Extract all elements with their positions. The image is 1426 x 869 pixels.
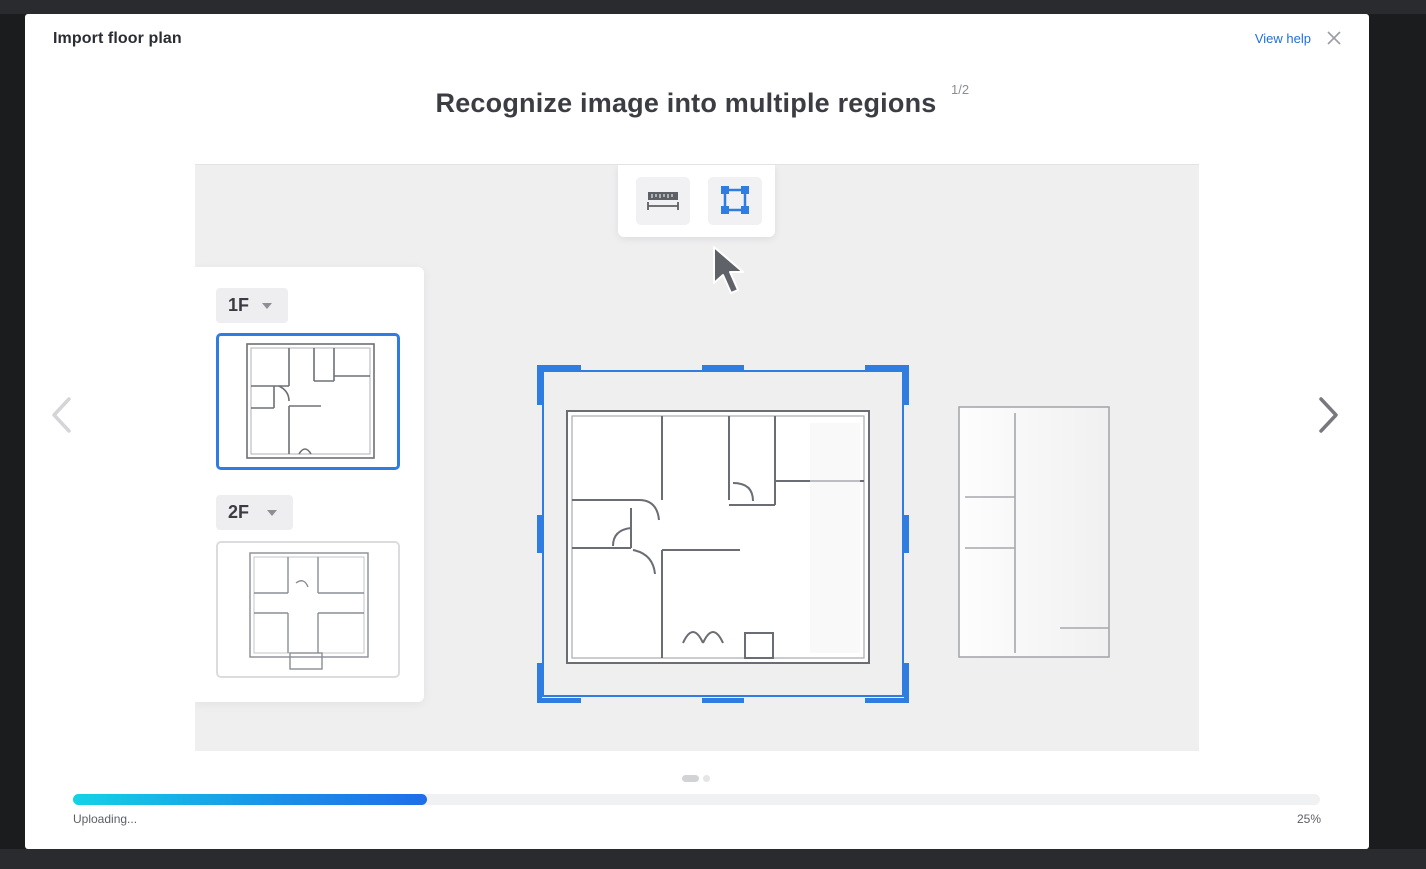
floor-thumbnail-2f[interactable] — [216, 541, 400, 678]
region-select-icon — [721, 186, 749, 214]
floating-toolbar — [618, 165, 775, 237]
step-heading: Recognize image into multiple regions — [435, 88, 937, 118]
view-help-link[interactable]: View help — [1255, 31, 1311, 46]
pagination-dot[interactable] — [703, 775, 710, 782]
floor-plan-thumbnail — [246, 343, 375, 459]
floor-label: 1F — [228, 295, 250, 315]
region-select-tool-button[interactable] — [708, 177, 762, 225]
upload-progress-fill — [73, 794, 428, 805]
tutorial-preview: 1F 2F — [195, 164, 1199, 751]
upload-percent: 25% — [1296, 812, 1321, 826]
dialog-title: Import floor plan — [53, 30, 182, 47]
floor-list-panel: 1F 2F — [195, 267, 424, 702]
floor-plan-thumbnail — [249, 552, 369, 670]
caret-down-icon — [267, 510, 277, 516]
pagination-dot-active[interactable] — [682, 775, 699, 782]
floor-thumbnail-1f[interactable] — [216, 333, 400, 470]
floor-dropdown-2f[interactable]: 2F — [216, 495, 293, 530]
backdrop — [0, 0, 1426, 14]
chevron-left-icon[interactable] — [49, 395, 75, 440]
chevron-right-icon[interactable] — [1315, 395, 1341, 440]
floor-label: 2F — [228, 502, 250, 522]
floor-dropdown-1f[interactable]: 1F — [216, 288, 288, 323]
import-floor-plan-dialog: Import floor plan View help Recognize im… — [25, 14, 1369, 849]
upload-progress-bar — [73, 794, 1320, 805]
upload-status: Uploading... — [73, 812, 138, 826]
close-icon[interactable] — [1325, 29, 1343, 47]
mouse-pointer-icon — [710, 243, 750, 304]
step-indicator: 1/2 — [951, 82, 970, 97]
ruler-tool-button[interactable] — [636, 177, 690, 225]
ruler-icon — [647, 192, 679, 210]
caret-down-icon — [262, 303, 272, 309]
adjacent-floor-plan — [958, 406, 1110, 658]
backdrop — [0, 849, 1426, 869]
floor-plan-canvas — [537, 365, 909, 703]
